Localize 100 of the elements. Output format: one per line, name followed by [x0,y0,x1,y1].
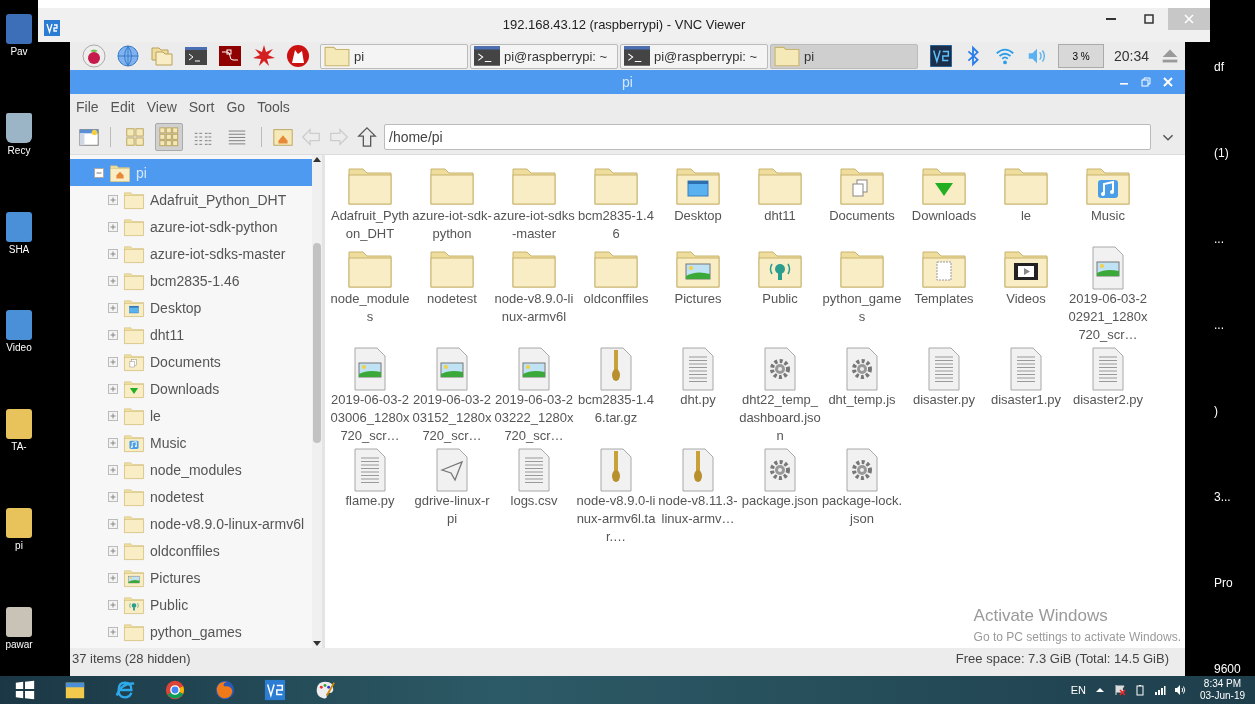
file-name[interactable]: 2019-06-03-203006_1280x720_scr… [329,391,411,445]
file-name[interactable]: logs.csv [493,492,575,510]
tree-item[interactable]: Desktop [70,294,312,321]
battery-icon[interactable] [1133,684,1146,696]
file-name[interactable]: Videos [985,290,1067,308]
tree-item[interactable]: Pictures [70,564,312,591]
file-name[interactable]: disaster1.py [985,391,1067,409]
home-folder-icon[interactable] [272,126,294,148]
file-name[interactable]: 2019-06-03-203152_1280x720_scr… [411,391,493,445]
file-name[interactable]: dht_temp.js [821,391,903,409]
folders-icon[interactable] [150,44,174,68]
expand-toggle[interactable] [108,437,118,448]
taskbar-button[interactable]: pi [770,43,918,69]
collapse-toggle[interactable] [94,167,104,178]
remote-desktop-icon[interactable] [930,45,952,67]
scroll-thumb[interactable] [313,243,321,443]
expand-toggle[interactable] [108,194,118,205]
file-name[interactable]: node_modules [329,290,411,326]
new-window-icon[interactable] [78,126,100,148]
expand-toggle[interactable] [108,491,118,502]
language-indicator[interactable]: EN [1070,684,1086,696]
tree-item[interactable]: bcm2835-1.46 [70,267,312,294]
file-name[interactable]: Downloads [903,207,985,225]
expand-toggle[interactable] [108,329,118,340]
file-name[interactable]: Desktop [657,207,739,225]
menu-item[interactable]: File [76,99,99,115]
expand-toggle[interactable] [108,545,118,556]
file-name[interactable]: disaster.py [903,391,985,409]
menu-item[interactable]: Edit [110,99,135,115]
tree-item[interactable]: nodetest [70,483,312,510]
icons-view-button[interactable] [155,123,183,151]
taskbar-button[interactable]: pi@raspberrypi: ~ [620,43,768,69]
file-name[interactable]: python_games [821,290,903,326]
animal-head-icon[interactable] [286,44,310,68]
tree-item[interactable]: Downloads [70,375,312,402]
up-arrow-icon[interactable] [356,126,378,148]
scrollbar[interactable] [312,155,322,648]
tree-item[interactable]: azure-iot-sdk-python [70,213,312,240]
expand-toggle[interactable] [108,518,118,529]
tree-item[interactable]: Adafruit_Python_DHT [70,186,312,213]
file-name[interactable]: Documents [821,207,903,225]
expand-toggle[interactable] [108,599,118,610]
file-name[interactable]: bcm2835-1.46 [575,207,657,243]
file-name[interactable]: bcm2835-1.46.tar.gz [575,391,657,427]
expand-toggle[interactable] [108,410,118,421]
photo-placeholder[interactable] [6,606,32,637]
file-name[interactable]: Templates [903,290,985,308]
starburst-icon[interactable] [252,44,276,68]
menu-item[interactable]: Sort [188,99,215,115]
file-name[interactable]: 2019-06-03-203222_1280x720_scr… [493,391,575,445]
tree-item[interactable]: Documents [70,348,312,375]
expand-toggle[interactable] [108,572,118,583]
file-name[interactable]: le [985,207,1067,225]
file-name[interactable]: dht11 [739,207,821,225]
scroll-up-icon[interactable] [312,155,322,163]
file-name[interactable]: node-v8.9.0-linux-armv6l [493,290,575,326]
expand-toggle[interactable] [108,275,118,286]
file-name[interactable]: Pictures [657,290,739,308]
tree-item[interactable]: azure-iot-sdks-master [70,240,312,267]
file-name[interactable]: dht22_temp_dashboard.json [739,391,821,445]
file-name[interactable]: package.json [739,492,821,510]
file-name[interactable]: dht.py [657,391,739,409]
path-field[interactable]: /home/pi [384,124,1151,150]
file-name[interactable]: nodetest [411,290,493,308]
expand-toggle[interactable] [108,221,118,232]
expand-toggle[interactable] [108,383,118,394]
taskbar-button[interactable]: pi@raspberrypi: ~ [470,43,618,69]
expand-toggle[interactable] [108,248,118,259]
menu-item[interactable]: Tools [257,99,290,115]
expand-toggle[interactable] [108,302,118,313]
tree-item[interactable]: oldconffiles [70,537,312,564]
file-name[interactable]: azure-iot-sdk-python [411,207,493,243]
taskbar-button[interactable]: pi [320,43,468,69]
menu-item[interactable]: View [146,99,177,115]
raspberry-menu-icon[interactable] [82,44,106,68]
close-icon[interactable] [1163,77,1173,87]
restore-icon[interactable] [1141,77,1151,87]
tree-item[interactable]: Public [70,591,312,618]
file-name[interactable]: azure-iot-sdks-master [493,207,575,243]
file-name[interactable]: Music [1067,207,1149,225]
flag-icon[interactable] [1113,684,1126,696]
file-name[interactable]: 2019-06-03-202921_1280x720_scr… [1067,290,1149,344]
tree-item[interactable]: dht11 [70,321,312,348]
tree-item[interactable]: le [70,402,312,429]
tree-item[interactable]: node-v8.9.0-linux-armv6l [70,510,312,537]
expand-toggle[interactable] [108,626,118,637]
file-name[interactable]: node-v8.11.3-linux-armv… [657,492,739,528]
flow-diagram-icon[interactable] [218,44,242,68]
terminal-icon[interactable] [184,44,208,68]
menu-item[interactable]: Go [226,99,246,115]
file-name[interactable]: flame.py [329,492,411,510]
scroll-down-icon[interactable] [312,640,322,648]
file-name[interactable]: node-v8.9.0-linux-armv6l.tar.… [575,492,657,546]
tree-item[interactable]: Music [70,429,312,456]
file-name[interactable]: package-lock.json [821,492,903,528]
expand-toggle[interactable] [108,464,118,475]
file-name[interactable]: oldconffiles [575,290,657,308]
tree-item[interactable]: node_modules [70,456,312,483]
tree-item[interactable]: python_games [70,618,312,645]
volume-icon[interactable] [1173,684,1186,696]
